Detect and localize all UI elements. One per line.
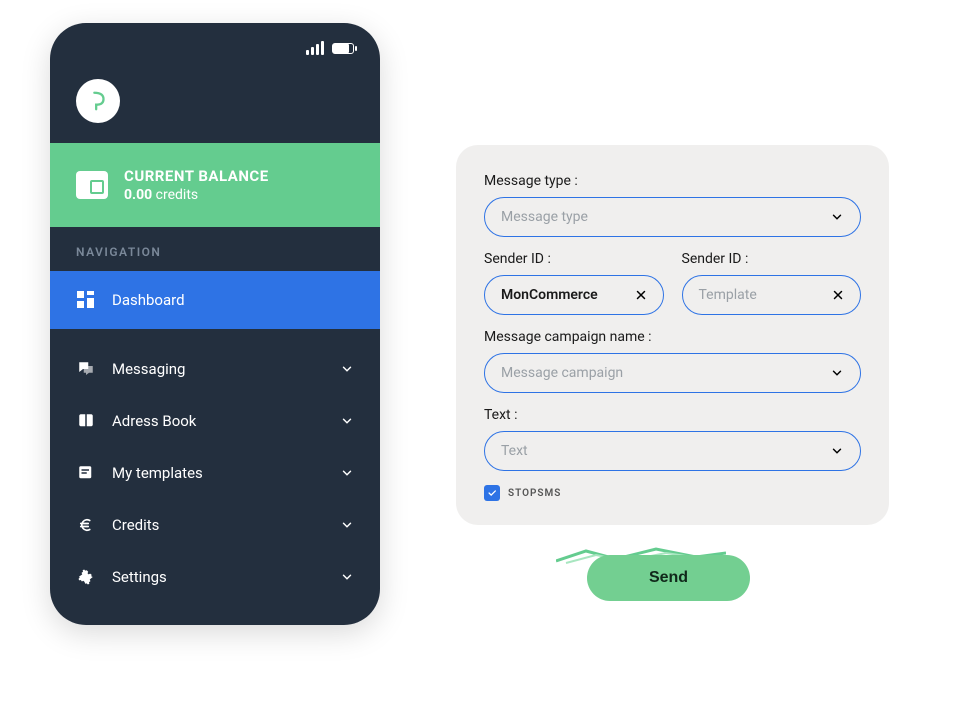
- clear-icon[interactable]: [832, 289, 844, 301]
- message-type-select[interactable]: Message type: [484, 197, 861, 237]
- sender-id-label: Sender ID :: [484, 251, 664, 267]
- battery-icon: [332, 43, 354, 54]
- stopsms-label: STOPSMS: [508, 488, 561, 499]
- stopsms-checkbox[interactable]: [484, 485, 500, 501]
- campaign-placeholder: Message campaign: [501, 365, 822, 381]
- message-type-placeholder: Message type: [501, 209, 822, 225]
- chevron-down-icon: [340, 518, 354, 532]
- nav-item-credits[interactable]: Credits: [50, 499, 380, 551]
- sender-template-placeholder: Template: [699, 287, 825, 303]
- campaign-label: Message campaign name :: [484, 329, 861, 345]
- gear-icon: [76, 567, 96, 587]
- chevron-down-icon: [340, 414, 354, 428]
- nav-item-messaging[interactable]: Messaging: [50, 343, 380, 395]
- chevron-down-icon: [830, 366, 844, 380]
- nav-label: Settings: [112, 568, 167, 586]
- wallet-icon: [76, 171, 108, 199]
- nav-item-dashboard[interactable]: Dashboard: [50, 271, 380, 329]
- phone-mockup: CURRENT BALANCE 0.00 credits NAVIGATION …: [50, 23, 380, 625]
- nav-label: Credits: [112, 516, 159, 534]
- text-select[interactable]: Text: [484, 431, 861, 471]
- message-type-label: Message type :: [484, 173, 861, 189]
- message-form-card: Message type : Message type Sender ID : …: [456, 145, 889, 525]
- text-placeholder: Text: [501, 443, 822, 459]
- nav-label: Messaging: [112, 360, 185, 378]
- clear-icon[interactable]: [635, 289, 647, 301]
- chevron-down-icon: [830, 444, 844, 458]
- messaging-icon: [76, 359, 96, 379]
- campaign-select[interactable]: Message campaign: [484, 353, 861, 393]
- nav-item-templates[interactable]: My templates: [50, 447, 380, 499]
- nav-header: NAVIGATION: [50, 227, 380, 271]
- dashboard-icon: [76, 290, 96, 310]
- send-button[interactable]: Send: [587, 555, 750, 601]
- template-icon: [76, 463, 96, 483]
- chevron-down-icon: [340, 570, 354, 584]
- signal-icon: [306, 41, 324, 55]
- logo-wrap: [50, 73, 380, 143]
- book-icon: [76, 411, 96, 431]
- balance-title: CURRENT BALANCE: [124, 167, 269, 185]
- balance-panel: CURRENT BALANCE 0.00 credits: [50, 143, 380, 227]
- sender-id-input[interactable]: MonCommerce: [484, 275, 664, 315]
- send-wrap: Send: [556, 547, 781, 601]
- text-label: Text :: [484, 407, 861, 423]
- nav-item-settings[interactable]: Settings: [50, 551, 380, 603]
- chevron-down-icon: [340, 362, 354, 376]
- sender-id2-label: Sender ID :: [682, 251, 862, 267]
- nav-label: Dashboard: [112, 291, 185, 309]
- nav-label: My templates: [112, 464, 203, 482]
- nav-item-address-book[interactable]: Adress Book: [50, 395, 380, 447]
- sender-template-input[interactable]: Template: [682, 275, 862, 315]
- nav-label: Adress Book: [112, 412, 196, 430]
- chevron-down-icon: [340, 466, 354, 480]
- sender-id-value: MonCommerce: [501, 287, 627, 303]
- status-bar: [50, 23, 380, 73]
- euro-icon: [76, 515, 96, 535]
- balance-amount: 0.00 credits: [124, 187, 269, 203]
- chevron-down-icon: [830, 210, 844, 224]
- app-logo: [76, 79, 120, 123]
